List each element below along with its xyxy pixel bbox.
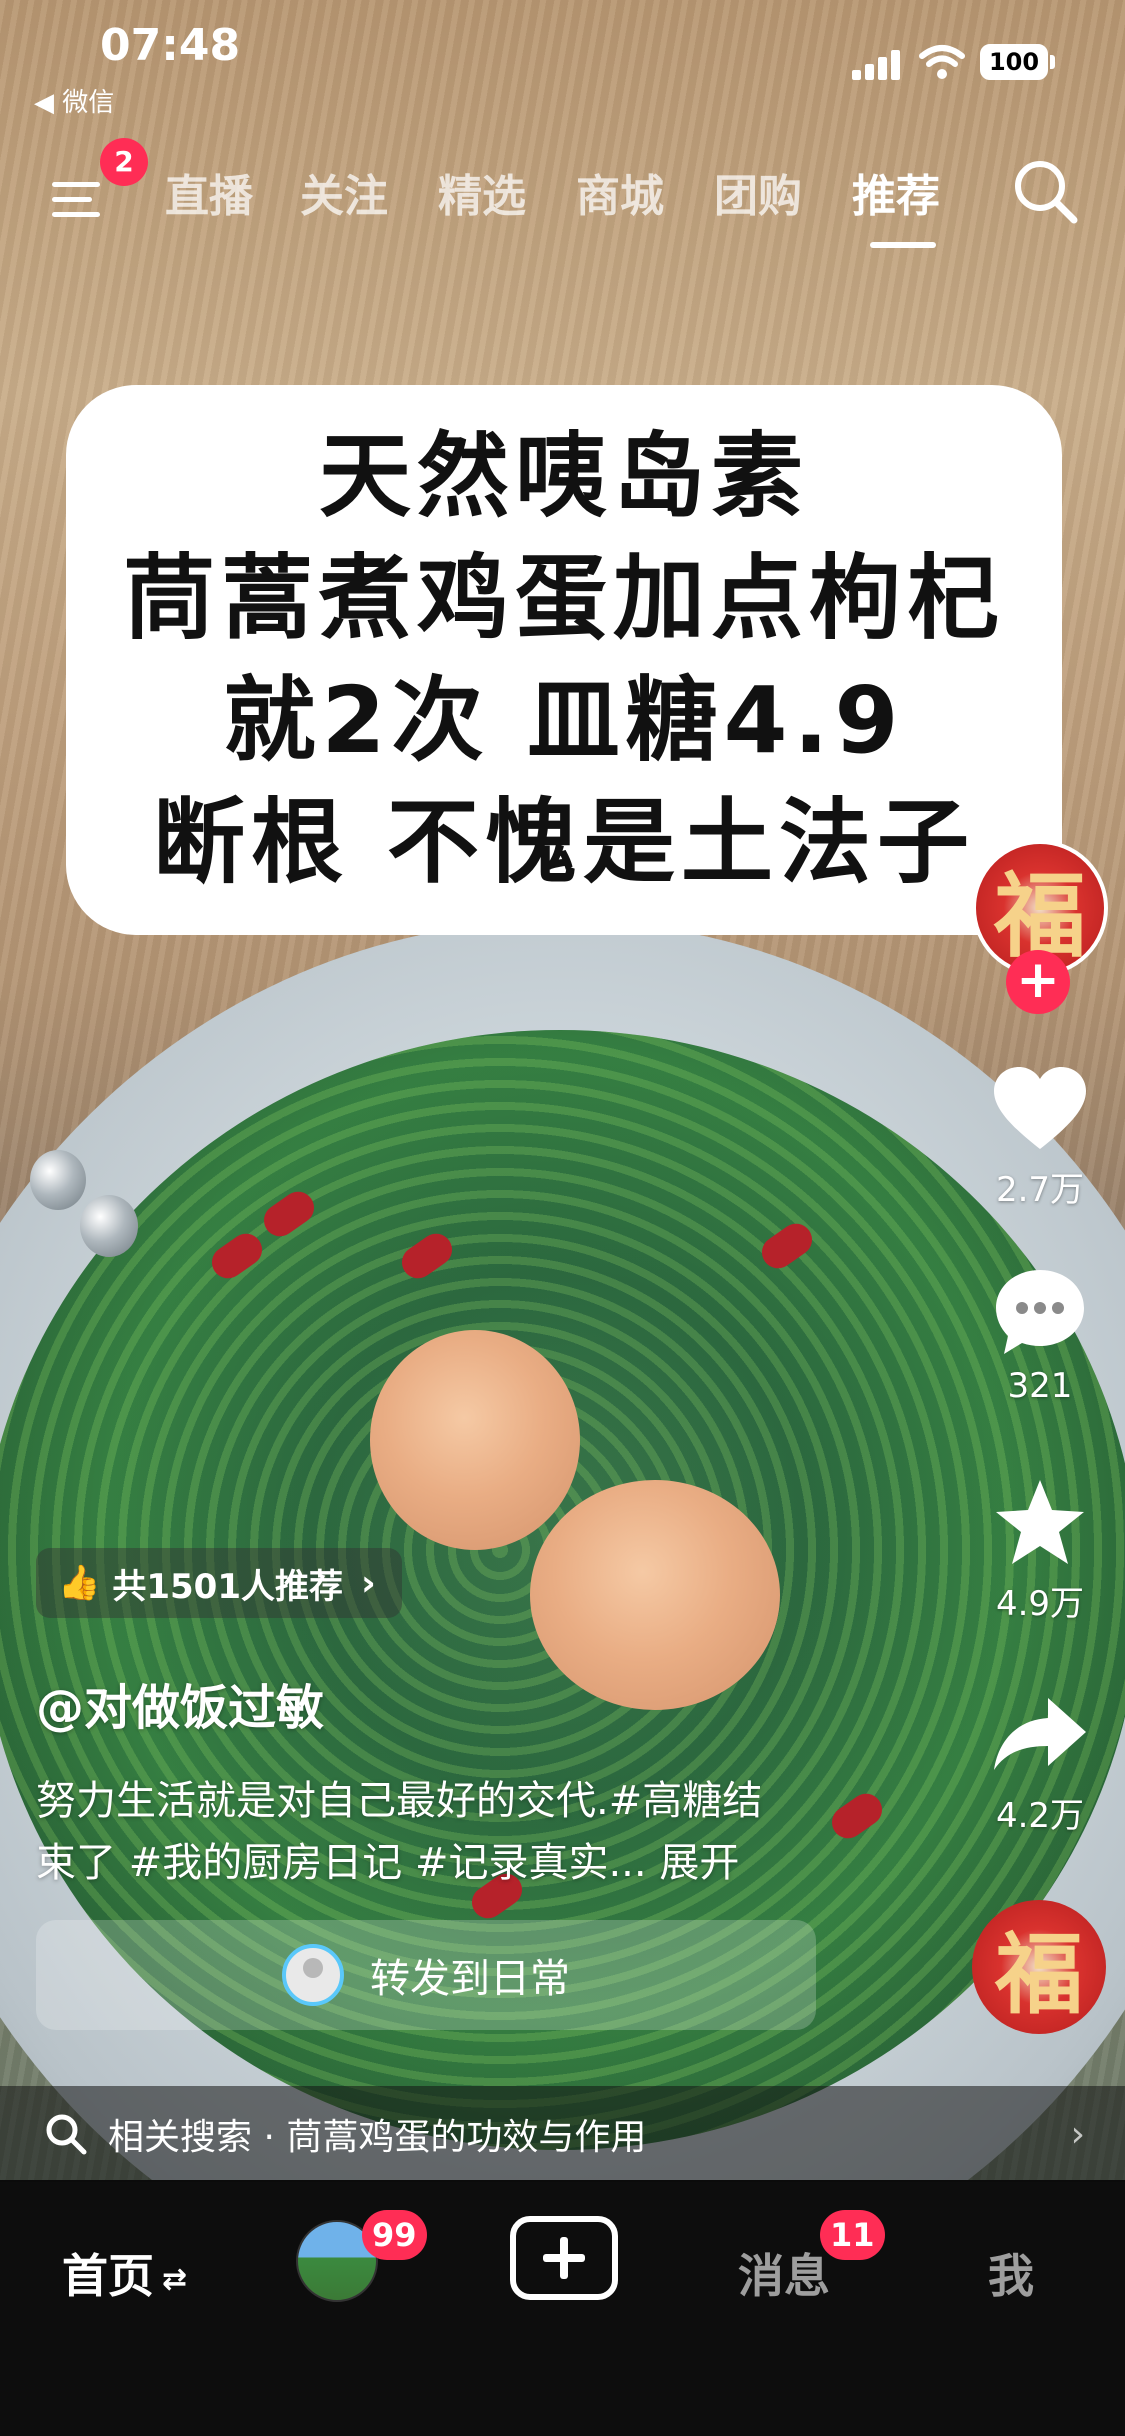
menu-icon-line (52, 212, 100, 217)
swap-icon: ⇄ (162, 2262, 188, 2297)
star-icon (990, 1472, 1090, 1572)
bottom-tab-bar: 首页 ⇄ 99 消息 11 我 (0, 2182, 1125, 2436)
tab-recommend[interactable]: 推荐 (852, 160, 940, 224)
tab-live[interactable]: 直播 (165, 160, 253, 224)
battery-icon: 100 (980, 44, 1048, 80)
tab-messages[interactable]: 消息 (738, 2240, 830, 2306)
caption-line: 努力生活就是对自己最好的交代.#高糖结 (36, 1778, 763, 1824)
music-disc-icon[interactable]: 福 (972, 1900, 1106, 2034)
tab-featured[interactable]: 精选 (438, 160, 526, 224)
create-button[interactable] (510, 2216, 618, 2300)
status-time: 07:48 (100, 20, 241, 71)
recommend-count-text: 共1501人推荐 (112, 1566, 343, 1607)
follow-plus-button[interactable]: + (1006, 950, 1070, 1014)
tab-mall[interactable]: 商城 (576, 160, 664, 224)
wifi-icon (919, 45, 965, 79)
egg-image (370, 1330, 580, 1550)
menu-button[interactable] (52, 172, 108, 228)
video-title-card: 天然咦岛素 茼蒿煮鸡蛋加点枸杞 就2次 皿糖4.9 断根 不愧是土法子 (66, 385, 1062, 935)
active-tab-indicator (870, 242, 936, 248)
comment-count: 321 (1007, 1366, 1073, 1406)
share-arrow-icon (990, 1684, 1090, 1784)
comment-button[interactable]: 321 (990, 1262, 1090, 1406)
lid-knob (30, 1150, 86, 1210)
egg-image (530, 1480, 780, 1710)
chevron-right-icon: › (360, 1562, 376, 1604)
related-search-bar[interactable]: 相关搜索 · 茼蒿鸡蛋的功效与作用 › (0, 2086, 1125, 2182)
lid-knob (80, 1195, 138, 1257)
plus-icon (543, 2237, 585, 2279)
tab-me[interactable]: 我 (988, 2240, 1034, 2306)
title-line: 就2次 皿糖4.9 (223, 667, 905, 774)
like-button[interactable]: 2.7万 (990, 1058, 1090, 1211)
tab-following[interactable]: 关注 (300, 160, 388, 224)
search-icon (46, 2114, 87, 2155)
menu-icon-line (52, 182, 100, 187)
like-count: 2.7万 (995, 1170, 1085, 1210)
comment-icon (990, 1262, 1090, 1362)
title-line: 天然咦岛素 (318, 423, 809, 530)
related-search-text: 相关搜索 · 茼蒿鸡蛋的功效与作用 (108, 2117, 647, 2158)
menu-badge: 2 (100, 138, 148, 186)
title-line: 茼蒿煮鸡蛋加点枸杞 (122, 545, 1005, 652)
back-to-wechat-link[interactable]: ◀ 微信 (34, 82, 114, 119)
recommend-count-pill[interactable]: 👍 共1501人推荐 › (36, 1548, 402, 1618)
share-count: 4.2万 (995, 1796, 1085, 1836)
share-to-daily-label: 转发到日常 (370, 1956, 570, 2002)
friends-badge: 99 (362, 2210, 427, 2260)
tab-home[interactable]: 首页 ⇄ (62, 2240, 187, 2306)
menu-icon-line (52, 197, 92, 202)
user-avatar-icon (282, 1944, 344, 2006)
tab-home-label: 首页 (62, 2249, 154, 2303)
chevron-right-icon: › (1070, 2113, 1085, 2155)
caption-line: 束了 #我的厨房日记 #记录真实... 展开 (36, 1840, 740, 1886)
messages-badge: 11 (820, 2210, 885, 2260)
thumbs-up-icon: 👍 (58, 1563, 101, 1603)
favorite-count: 4.9万 (995, 1584, 1085, 1624)
battery-tip (1050, 55, 1055, 69)
heart-icon (990, 1058, 1090, 1158)
share-to-daily-button[interactable]: 转发到日常 (36, 1920, 816, 2030)
video-caption[interactable]: 努力生活就是对自己最好的交代.#高糖结 束了 #我的厨房日记 #记录真实... … (36, 1770, 856, 1894)
search-icon[interactable] (1010, 156, 1080, 226)
share-button[interactable]: 4.2万 (990, 1684, 1090, 1837)
author-name[interactable]: @对做饭过敏 (36, 1668, 324, 1738)
top-nav: 2 直播 关注 精选 商城 团购 推荐 (0, 138, 1125, 260)
title-line: 断根 不愧是土法子 (152, 789, 976, 896)
status-bar: 07:48 ◀ 微信 100 (0, 0, 1125, 120)
tab-group-buy[interactable]: 团购 (714, 160, 802, 224)
favorite-button[interactable]: 4.9万 (990, 1472, 1090, 1625)
signal-icon (852, 48, 904, 80)
